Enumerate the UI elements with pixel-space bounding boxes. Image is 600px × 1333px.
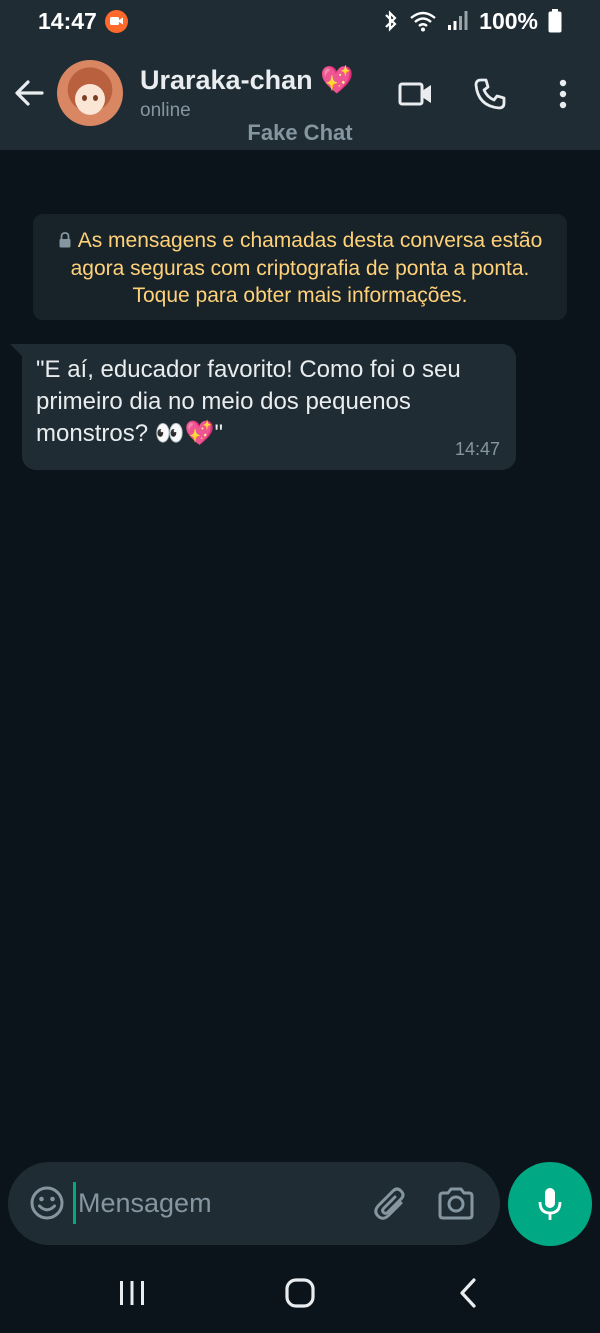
nav-back-button[interactable] — [448, 1273, 488, 1313]
recents-button[interactable] — [112, 1273, 152, 1313]
avatar-eye-right — [93, 95, 98, 101]
home-button[interactable] — [280, 1273, 320, 1313]
status-bar-right: 100% — [383, 8, 562, 35]
message-bubble[interactable]: "E aí, educador favorito! Como foi o seu… — [22, 344, 516, 470]
encryption-notice[interactable]: As mensagens e chamadas desta conversa e… — [33, 214, 567, 320]
mic-button[interactable] — [508, 1162, 592, 1246]
emoji-icon[interactable] — [28, 1184, 66, 1222]
contact-name-text: Uraraka-chan — [140, 65, 313, 95]
battery-icon — [548, 9, 562, 33]
screen-record-icon — [104, 9, 128, 33]
bluetooth-icon — [385, 10, 397, 32]
signal-icon — [448, 11, 468, 30]
back-icon — [460, 1278, 476, 1308]
status-bar: 14:47 100% — [0, 0, 600, 42]
home-icon — [285, 1278, 315, 1308]
text-cursor — [73, 1182, 76, 1224]
battery-percent: 100% — [479, 7, 538, 34]
back-arrow-icon[interactable] — [12, 76, 46, 110]
message-input[interactable] — [78, 1180, 358, 1226]
recents-icon — [120, 1281, 144, 1305]
lock-icon — [59, 232, 71, 248]
voice-call-button[interactable] — [470, 74, 510, 114]
avatar-eye-left — [82, 95, 87, 101]
status-bar-left: 14:47 — [38, 8, 128, 35]
avatar[interactable] — [57, 60, 123, 126]
encryption-text: As mensagens e chamadas desta conversa e… — [70, 229, 543, 307]
message-input-bar — [8, 1162, 500, 1245]
status-time: 14:47 — [38, 7, 97, 34]
attach-icon[interactable] — [371, 1184, 411, 1224]
mic-icon — [538, 1188, 562, 1220]
phone-icon — [474, 78, 506, 110]
message-text: "E aí, educador favorito! Como foi o seu… — [36, 356, 461, 447]
chat-header: Uraraka-chan 💖 online Fake Chat — [0, 42, 600, 150]
more-options-button[interactable] — [543, 74, 583, 114]
app-watermark: Fake Chat — [247, 120, 353, 145]
wifi-icon — [410, 11, 436, 32]
avatar-face — [75, 84, 105, 114]
message-time: 14:47 — [454, 439, 500, 459]
video-call-button[interactable] — [396, 74, 436, 114]
chat-area[interactable]: As mensagens e chamadas desta conversa e… — [0, 150, 600, 1160]
more-vert-icon — [559, 79, 567, 109]
video-call-icon — [398, 82, 431, 106]
contact-name-emoji: 💖 — [320, 65, 354, 95]
whatsapp-chat-screen: 14:47 100% Uraraka-chan 💖 online Fake Ch… — [0, 0, 600, 1333]
contact-status: online — [140, 100, 191, 121]
camera-icon[interactable] — [436, 1184, 476, 1224]
contact-name[interactable]: Uraraka-chan 💖 — [140, 64, 354, 96]
system-nav-bar — [0, 1253, 600, 1333]
